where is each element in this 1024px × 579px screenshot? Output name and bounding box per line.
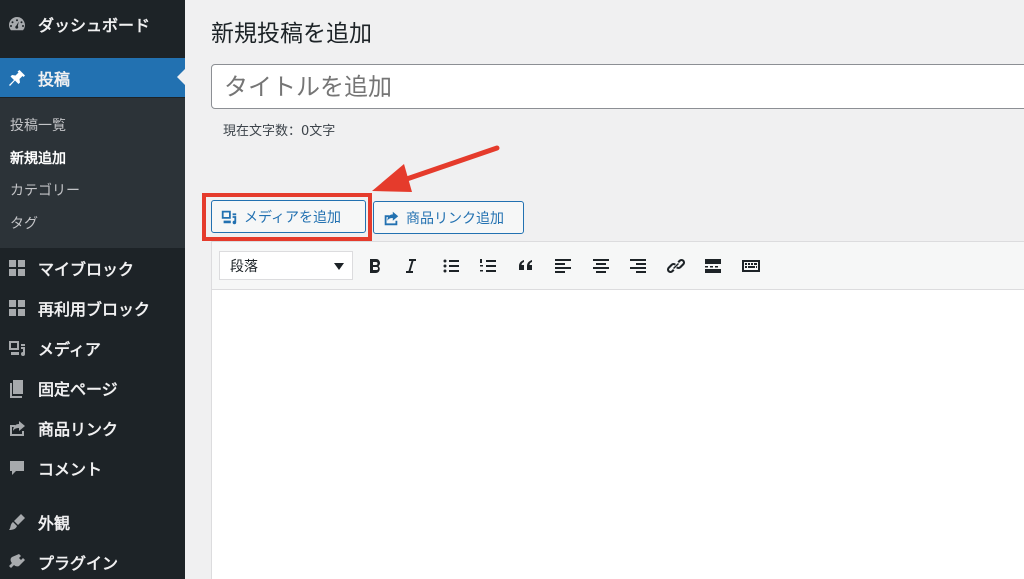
pages-icon xyxy=(6,377,28,399)
sidebar-item-label: ダッシュボード xyxy=(38,16,151,35)
read-more-icon xyxy=(705,259,721,273)
bold-button[interactable] xyxy=(363,254,387,278)
sidebar-item-dashboard[interactable]: ダッシュボード xyxy=(0,6,185,42)
page-title: 新規投稿を追加 xyxy=(211,21,372,47)
sidebar-item-label: 投稿 xyxy=(38,69,71,89)
sidebar-item-reusable-blocks[interactable]: 再利用ブロック xyxy=(0,290,185,326)
numbered-list-icon xyxy=(480,259,496,272)
quote-icon xyxy=(519,260,532,270)
editor-toolbar: 段落 xyxy=(212,242,1024,290)
bulleted-list-button[interactable] xyxy=(439,254,463,278)
toolbar-toggle-button[interactable] xyxy=(739,254,763,278)
sidebar-item-appearance[interactable]: 外観 xyxy=(0,504,185,540)
sidebar-item-label: メディア xyxy=(38,340,101,359)
character-count: 現在文字数：0文字 xyxy=(223,124,336,139)
sidebar-item-pages[interactable]: 固定ページ xyxy=(0,370,185,406)
link-icon xyxy=(666,258,686,274)
sidebar-item-label: 外観 xyxy=(38,514,71,533)
align-left-button[interactable] xyxy=(551,254,575,278)
sidebar-item-my-blocks[interactable]: マイブロック xyxy=(0,250,185,286)
dashboard-icon xyxy=(6,13,28,35)
blocks-icon xyxy=(6,297,28,319)
pin-icon xyxy=(6,67,28,89)
brush-icon xyxy=(6,511,28,533)
plugin-icon xyxy=(6,551,28,573)
add-media-button[interactable]: メディアを追加 xyxy=(211,200,366,233)
media-icon xyxy=(220,208,238,226)
sidebar-item-plugins[interactable]: プラグイン xyxy=(0,544,185,579)
submenu-item-categories[interactable]: カテゴリー xyxy=(10,180,80,200)
red-arrow-annotation xyxy=(372,145,500,192)
align-right-button[interactable] xyxy=(626,254,650,278)
blockquote-button[interactable] xyxy=(514,254,538,278)
italic-button[interactable] xyxy=(399,254,423,278)
align-center-button[interactable] xyxy=(589,254,613,278)
keyboard-icon xyxy=(742,260,760,272)
sidebar-item-media[interactable]: メディア xyxy=(0,330,185,366)
sidebar-item-product-links[interactable]: 商品リンク xyxy=(0,410,185,446)
media-icon xyxy=(6,337,28,359)
bulleted-list-icon xyxy=(443,259,459,273)
posts-submenu: 投稿一覧 新規追加 カテゴリー タグ xyxy=(0,98,185,248)
sidebar-item-label: 固定ページ xyxy=(38,380,118,399)
blocks-icon xyxy=(6,257,28,279)
share-icon xyxy=(382,209,400,227)
sidebar-item-comments[interactable]: コメント xyxy=(0,450,185,486)
sidebar-item-label: コメント xyxy=(38,460,103,479)
align-center-icon xyxy=(593,259,609,273)
submenu-item-tags[interactable]: タグ xyxy=(10,213,38,233)
align-left-icon xyxy=(555,259,571,273)
format-select-value: 段落 xyxy=(230,258,258,275)
sidebar-item-posts[interactable]: 投稿 xyxy=(0,58,185,97)
share-icon xyxy=(6,417,28,439)
add-media-label: メディアを追加 xyxy=(244,209,342,226)
italic-icon xyxy=(406,259,416,273)
insert-link-button[interactable] xyxy=(664,254,688,278)
paragraph-format-select[interactable]: 段落 xyxy=(219,251,353,280)
post-title-input[interactable] xyxy=(211,64,1024,109)
read-more-button[interactable] xyxy=(701,254,725,278)
bold-icon xyxy=(370,259,380,273)
admin-sidebar: ダッシュボード 投稿 投稿一覧 新規追加 カテゴリー タグ マイブロック 再利用… xyxy=(0,0,185,579)
sidebar-item-label: 商品リンク xyxy=(38,420,119,439)
sidebar-item-label: マイブロック xyxy=(38,260,135,279)
classic-editor: 段落 xyxy=(211,241,1024,579)
sidebar-item-label: プラグイン xyxy=(38,554,119,573)
align-right-icon xyxy=(630,259,646,273)
add-product-link-label: 商品リンク追加 xyxy=(406,210,504,227)
submenu-item-add-new[interactable]: 新規追加 xyxy=(10,148,66,168)
chevron-down-icon xyxy=(334,263,344,270)
comment-icon xyxy=(6,457,28,479)
add-product-link-button[interactable]: 商品リンク追加 xyxy=(373,201,524,234)
numbered-list-button[interactable] xyxy=(476,254,500,278)
sidebar-item-label: 再利用ブロック xyxy=(38,300,151,319)
submenu-item-all-posts[interactable]: 投稿一覧 xyxy=(10,115,66,135)
